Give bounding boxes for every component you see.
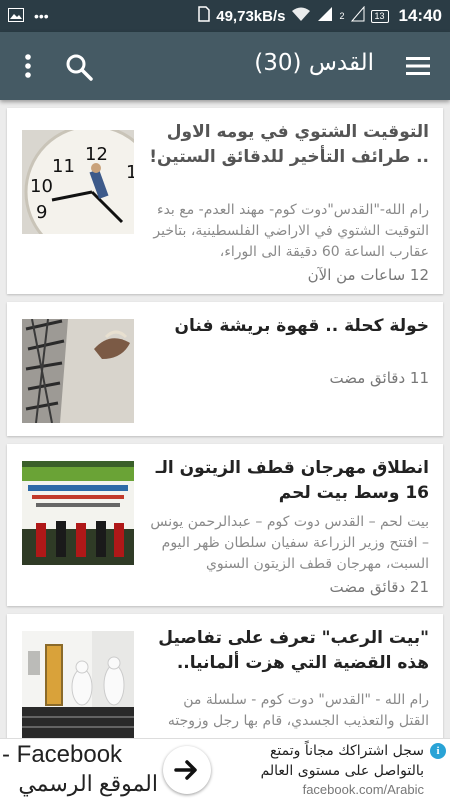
ad-line2: بالتواصل على مستوى العالم	[260, 763, 424, 779]
battery-icon: 13	[370, 9, 389, 23]
article-summary: رام الله - "القدس" دوت كوم - سلسلة من ال…	[167, 692, 429, 729]
search-icon[interactable]	[64, 52, 94, 82]
signal-icon-2	[350, 5, 365, 26]
article-title[interactable]: "بيت الرعب" تعرف على تفاصيل هذه القضية ا…	[149, 626, 429, 676]
ad-brand-block[interactable]: - Facebook الموقع الرسمي	[0, 739, 162, 800]
article-summary: بيت لحم – القدس دوت كوم – عبدالرحمن يونس…	[150, 514, 429, 572]
ad-line1: سجل اشتراكك مجاناً وتمتع	[269, 743, 424, 759]
svg-text:11: 11	[52, 156, 75, 177]
news-card[interactable]: 11 12 10 9 1 التوقيت الشتوي في يومه الاو…	[7, 108, 443, 294]
news-card[interactable]: "بيت الرعب" تعرف على تفاصيل هذه القضية ا…	[7, 614, 443, 738]
status-bar: ••• 49,73kB/s 2 13 14:40	[0, 0, 450, 32]
image-notification-icon	[8, 7, 24, 25]
ad-info-icon[interactable]: i	[430, 743, 446, 759]
article-title[interactable]: خولة كحلة .. قهوة بريشة فنان	[149, 314, 429, 339]
svg-text:1: 1	[126, 162, 134, 183]
hamburger-icon[interactable]	[404, 54, 432, 78]
article-title[interactable]: انطلاق مهرجان قطف الزيتون الـ 16 وسط بيت…	[149, 456, 429, 506]
article-summary: رام الله-"القدس"دوت كوم- مهند العدم- مع …	[153, 202, 429, 260]
ad-copy[interactable]: سجل اشتراكك مجاناً وتمتع بالتواصل على مس…	[204, 741, 424, 797]
article-time: 21 دقائق مضت	[329, 578, 429, 596]
app-bar: القدس (30)	[0, 32, 450, 100]
clock: 14:40	[398, 6, 442, 25]
wifi-icon	[291, 6, 311, 26]
svg-text:10: 10	[30, 176, 53, 197]
page-title: القدس (30)	[254, 50, 374, 76]
ad-brand-line1: - Facebook	[2, 741, 123, 768]
article-image-painting	[22, 319, 134, 423]
news-card[interactable]: خولة كحلة .. قهوة بريشة فنان 11 دقائق مض…	[7, 302, 443, 436]
article-image-house	[22, 631, 134, 738]
menu-dots-icon[interactable]	[18, 52, 38, 80]
article-time: 11 دقائق مضت	[329, 369, 429, 387]
svg-text:12: 12	[85, 144, 108, 165]
article-title[interactable]: التوقيت الشتوي في يومه الاول .. طرائف ال…	[149, 120, 429, 170]
more-notifications-icon: •••	[34, 8, 49, 24]
network-speed: 49,73kB/s	[216, 7, 286, 25]
news-card[interactable]: انطلاق مهرجان قطف الزيتون الـ 16 وسط بيت…	[7, 444, 443, 606]
ad-url: facebook.com/Arabic	[302, 782, 424, 797]
svg-text:9: 9	[36, 202, 47, 223]
article-image-festival	[22, 461, 134, 565]
article-image-clock: 11 12 10 9 1	[22, 130, 134, 234]
news-feed[interactable]: 11 12 10 9 1 التوقيت الشتوي في يومه الاو…	[0, 100, 450, 738]
sim-slot-label: 2	[339, 11, 345, 21]
ad-banner[interactable]: - Facebook الموقع الرسمي سجل اشتراكك مجا…	[0, 738, 450, 800]
save-data-icon	[198, 6, 210, 26]
article-time: 12 ساعات من الآن	[307, 266, 429, 284]
signal-icon	[317, 6, 333, 26]
arrow-right-icon	[174, 760, 197, 780]
ad-brand-line2: الموقع الرسمي	[18, 771, 158, 796]
